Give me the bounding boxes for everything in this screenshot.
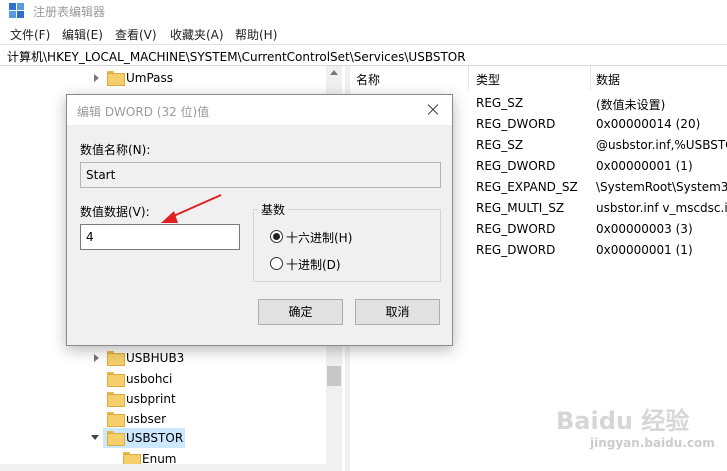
tree-item-label: usbprint — [126, 392, 176, 406]
radio-decimal-label[interactable]: 十进制(D) — [286, 256, 341, 273]
column-header-name[interactable]: 名称 — [350, 66, 468, 90]
tree-item-label: UmPass — [126, 71, 174, 85]
dialog-title: 编辑 DWORD (32 位)值 — [77, 105, 210, 119]
tree-item-label: USBHUB3 — [126, 351, 185, 365]
folder-icon — [107, 372, 125, 387]
row-data[interactable]: 0x00000014 (20) — [596, 117, 700, 131]
value-name-label: 数值名称(N): — [80, 143, 151, 157]
expand-arrow-icon[interactable] — [91, 353, 101, 363]
baidu-watermark-logo: Baidu 经验 — [556, 407, 690, 435]
row-data[interactable]: usbstor.inf v_mscdsc.in — [596, 201, 727, 215]
base-label: 基数 — [258, 201, 289, 218]
column-header-type[interactable]: 类型 — [470, 66, 590, 90]
row-data[interactable]: \SystemRoot\System32 — [596, 180, 727, 194]
value-data-input[interactable]: 4 — [80, 224, 240, 250]
radio-hex-label[interactable]: 十六进制(H) — [286, 229, 352, 246]
annotation-arrow-head — [161, 211, 178, 223]
radio-decimal[interactable] — [270, 257, 283, 270]
column-separator[interactable] — [468, 66, 469, 90]
annotation-arrow-icon — [161, 194, 222, 223]
column-header-data[interactable]: 数据 — [590, 66, 727, 90]
tree-item-usbohci[interactable]: usbohci — [88, 369, 318, 389]
scroll-up-arrow-icon[interactable] — [330, 70, 338, 75]
row-type[interactable]: REG_DWORD — [476, 243, 555, 257]
registry-editor-icon — [9, 3, 25, 19]
row-data[interactable]: (数值未设置) — [596, 96, 665, 113]
menu-edit[interactable]: 编辑(E) — [62, 26, 103, 43]
menu-favorites[interactable]: 收藏夹(A) — [170, 26, 224, 43]
window-titlebar: 注册表编辑器 — [0, 0, 727, 22]
row-type[interactable]: REG_DWORD — [476, 222, 555, 236]
window-title: 注册表编辑器 — [33, 5, 106, 19]
baidu-watermark-url: jingyan.baidu.com — [590, 436, 715, 450]
tree-item-usbhub3[interactable]: USBHUB3 — [88, 348, 318, 368]
tree-item-usbser[interactable]: usbser — [88, 409, 318, 429]
value-name-text: Start — [86, 168, 116, 182]
row-data[interactable]: 0x00000001 (1) — [596, 243, 693, 257]
annotation-arrow-shaft — [168, 194, 222, 219]
dialog-titlebar: 编辑 DWORD (32 位)值 — [67, 95, 452, 125]
value-data-text[interactable]: 4 — [86, 230, 94, 244]
menu-view[interactable]: 查看(V) — [115, 26, 157, 43]
row-type[interactable]: REG_DWORD — [476, 159, 555, 173]
cancel-button[interactable]: 取消 — [355, 299, 440, 325]
tree-item-umpass[interactable]: UmPass — [88, 68, 318, 88]
tree-item-label: usbohci — [126, 372, 173, 386]
folder-icon — [107, 71, 125, 86]
menu-help[interactable]: 帮助(H) — [235, 26, 277, 43]
edit-dword-dialog: 编辑 DWORD (32 位)值 数值名称(N): Start 数值数据(V):… — [66, 94, 453, 346]
tree-item-usbprint[interactable]: usbprint — [88, 389, 318, 409]
value-data-label: 数值数据(V): — [80, 205, 150, 219]
row-data[interactable]: @usbstor.inf,%USBSTO — [596, 138, 727, 152]
expand-arrow-icon[interactable] — [91, 73, 101, 83]
tree-horizontal-scrollbar[interactable] — [0, 464, 326, 471]
radio-hex[interactable] — [270, 230, 283, 243]
scroll-thumb[interactable] — [327, 366, 341, 386]
row-type[interactable]: REG_DWORD — [476, 117, 555, 131]
value-name-field: Start — [80, 162, 441, 188]
menu-bar: 文件(F) 编辑(E) 查看(V) 收藏夹(A) 帮助(H) — [0, 22, 727, 44]
menu-file[interactable]: 文件(F) — [10, 26, 50, 43]
collapse-arrow-icon[interactable] — [91, 433, 101, 443]
row-type[interactable]: REG_EXPAND_SZ — [476, 180, 578, 194]
row-type[interactable]: REG_MULTI_SZ — [476, 201, 564, 215]
folder-icon — [107, 351, 125, 366]
folder-icon — [107, 431, 125, 446]
folder-icon — [107, 412, 125, 427]
ok-button[interactable]: 确定 — [258, 299, 343, 325]
close-icon[interactable] — [421, 100, 445, 120]
row-type[interactable]: REG_SZ — [476, 96, 523, 110]
row-type[interactable]: REG_SZ — [476, 138, 523, 152]
folder-icon — [107, 392, 125, 407]
address-path[interactable]: 计算机\HKEY_LOCAL_MACHINE\SYSTEM\CurrentCon… — [7, 48, 466, 65]
tree-item-label: USBSTOR — [126, 431, 184, 445]
tree-item-usbstor[interactable]: USBSTOR — [88, 428, 318, 448]
row-data[interactable]: 0x00000003 (3) — [596, 222, 693, 236]
address-bar[interactable]: 计算机\HKEY_LOCAL_MACHINE\SYSTEM\CurrentCon… — [0, 44, 727, 66]
row-data[interactable]: 0x00000001 (1) — [596, 159, 693, 173]
tree-item-label: usbser — [126, 412, 167, 426]
